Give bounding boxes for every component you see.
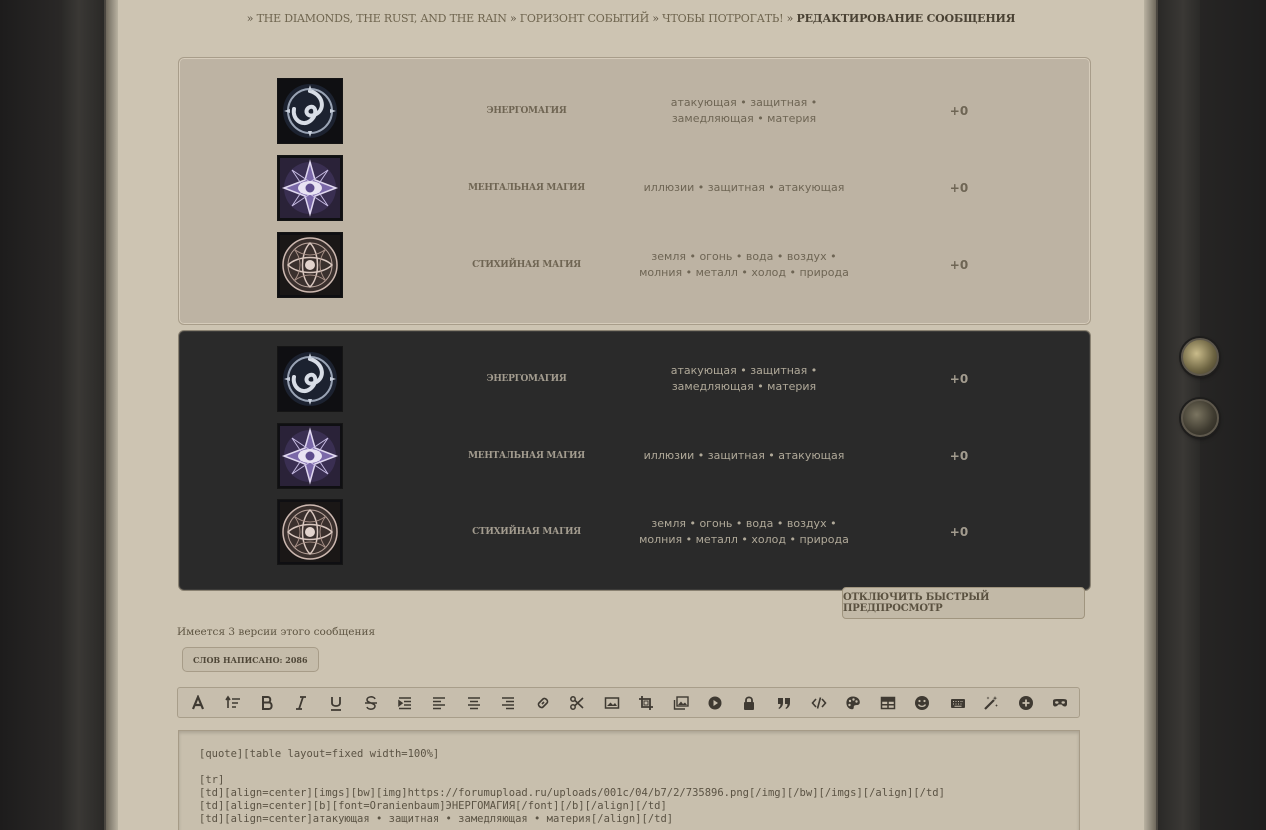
scissors-icon[interactable] (565, 692, 589, 714)
frame-right-inner (1144, 0, 1156, 830)
align-center-icon[interactable] (462, 692, 486, 714)
lock-icon[interactable] (737, 692, 761, 714)
underline-icon[interactable] (324, 692, 348, 714)
smiley-icon[interactable] (910, 692, 934, 714)
font-icon[interactable] (186, 692, 210, 714)
skill-row: ЭНЕРГОМАГИЯ атакующая • защитная • замедл… (179, 346, 1090, 412)
skill-name: МЕНТАЛЬНАЯ МАГИЯ (468, 183, 585, 193)
palette-icon[interactable] (841, 692, 865, 714)
editor-line: [td][align=center]атакующая • защитная •… (199, 813, 674, 825)
skill-bonus: +0 (949, 258, 969, 272)
skill-description-line: иллюзии • защитная • атакующая (643, 449, 845, 462)
content-page: » THE DIAMONDS, THE RUST, AND THE RAIN »… (118, 0, 1144, 830)
video-icon[interactable] (703, 692, 727, 714)
skill-description-line: замедляющая • материя (671, 112, 817, 125)
elemental-magic-icon (277, 232, 343, 298)
table-icon[interactable] (876, 692, 900, 714)
versions-info[interactable]: Имеется 3 версии этого сообщения (177, 626, 375, 638)
skill-name: ЭНЕРГОМАГИЯ (486, 106, 567, 116)
crop-icon[interactable] (634, 692, 658, 714)
image-icon[interactable] (600, 692, 624, 714)
scroll-top-button[interactable] (1181, 338, 1219, 376)
breadcrumb-separator: » (786, 12, 794, 25)
elemental-magic-icon (277, 499, 343, 565)
skill-description: атакующая • защитная • замедляющая • мате… (619, 346, 869, 412)
breadcrumb-link-section[interactable]: ГОРИЗОНТ СОБЫТИЙ (520, 12, 649, 25)
editor-line: [tr] (199, 774, 225, 786)
energy-magic-icon (277, 346, 343, 412)
skill-bonus: +0 (949, 104, 969, 118)
skill-description: земля • огонь • вода • воздух • молния • … (619, 232, 869, 298)
editor-line: [td][align=center][imgs][bw][img]https:/… (199, 787, 945, 799)
skill-description-line: иллюзии • защитная • атакующая (643, 181, 845, 194)
scroll-bottom-button[interactable] (1181, 399, 1219, 437)
font-size-icon[interactable] (221, 692, 245, 714)
background-left (0, 0, 62, 830)
skill-description-line: замедляющая • материя (671, 380, 817, 393)
word-count-badge: СЛОВ НАПИСАНО: 2086 (182, 647, 319, 672)
breadcrumb-link-topic[interactable]: ЧТОБЫ ПОТРОГАТЬ! (662, 12, 783, 25)
message-textarea[interactable]: [quote][table layout=fixed width=100%] ​… (178, 730, 1080, 830)
frame-left-inner (106, 0, 118, 830)
skill-bonus: +0 (949, 525, 969, 539)
skill-description: иллюзии • защитная • атакующая (619, 155, 869, 221)
mental-magic-icon (277, 423, 343, 489)
skill-bonus: +0 (949, 372, 969, 386)
skill-row: СТИХИЙНАЯ МАГИЯ земля • огонь • вода • в… (179, 232, 1090, 298)
skill-name: ЭНЕРГОМАГИЯ (486, 374, 567, 384)
skill-row: СТИХИЙНАЯ МАГИЯ земля • огонь • вода • в… (179, 499, 1090, 565)
magic-wand-icon[interactable] (979, 692, 1003, 714)
skills-table-preview: ЭНЕРГОМАГИЯ атакующая • защитная • замедл… (178, 330, 1091, 591)
indent-icon[interactable] (393, 692, 417, 714)
skill-name: МЕНТАЛЬНАЯ МАГИЯ (468, 451, 585, 461)
italic-icon[interactable] (289, 692, 313, 714)
skill-description-line: молния • металл • холод • природа (639, 266, 849, 279)
disable-quick-preview-button[interactable]: ОТКЛЮЧИТЬ БЫСТРЫЙ ПРЕДПРОСМОТР (842, 587, 1085, 619)
skills-table-light: ЭНЕРГОМАГИЯ атакующая • защитная • замедл… (178, 57, 1091, 325)
skill-row: МЕНТАЛЬНАЯ МАГИЯ иллюзии • защитная • ат… (179, 155, 1090, 221)
frame-left (62, 0, 106, 830)
skill-description-line: земля • огонь • вода • воздух • (651, 517, 837, 530)
skill-description-line: атакующая • защитная • (670, 96, 818, 109)
editor-toolbar (177, 687, 1080, 718)
mask-icon[interactable] (1048, 692, 1072, 714)
gallery-icon[interactable] (669, 692, 693, 714)
skill-bonus: +0 (949, 181, 969, 195)
energy-magic-icon (277, 78, 343, 144)
breadcrumb-current: РЕДАКТИРОВАНИЕ СООБЩЕНИЯ (796, 12, 1016, 25)
breadcrumb-separator: » (509, 12, 517, 25)
breadcrumb-link-forum[interactable]: THE DIAMONDS, THE RUST, AND THE RAIN (257, 12, 507, 25)
code-icon[interactable] (807, 692, 831, 714)
skill-row: ЭНЕРГОМАГИЯ атакующая • защитная • замедл… (179, 78, 1090, 144)
skill-description-line: молния • металл • холод • природа (639, 533, 849, 546)
skill-description: атакующая • защитная • замедляющая • мате… (619, 78, 869, 144)
breadcrumb-separator: » (652, 12, 659, 25)
quote-icon[interactable] (772, 692, 796, 714)
skill-description-line: земля • огонь • вода • воздух • (651, 250, 837, 263)
strikethrough-icon[interactable] (359, 692, 383, 714)
editor-line: ​ (199, 761, 1059, 774)
skill-row: МЕНТАЛЬНАЯ МАГИЯ иллюзии • защитная • ат… (179, 423, 1090, 489)
skill-bonus: +0 (949, 449, 969, 463)
editor-line: [td][align=center][b][font=Oranienbaum]Э… (199, 800, 667, 812)
align-left-icon[interactable] (427, 692, 451, 714)
link-icon[interactable] (531, 692, 555, 714)
skill-name: СТИХИЙНАЯ МАГИЯ (472, 527, 581, 537)
skill-name: СТИХИЙНАЯ МАГИЯ (472, 260, 581, 270)
mental-magic-icon (277, 155, 343, 221)
align-right-icon[interactable] (496, 692, 520, 714)
editor-line: [quote][table layout=fixed width=100%] (199, 748, 440, 760)
bold-icon[interactable] (255, 692, 279, 714)
keyboard-icon[interactable] (946, 692, 970, 714)
skill-description: земля • огонь • вода • воздух • молния • … (619, 499, 869, 565)
skill-description-line: атакующая • защитная • (670, 364, 818, 377)
breadcrumb: » THE DIAMONDS, THE RUST, AND THE RAIN »… (118, 12, 1144, 25)
skill-description: иллюзии • защитная • атакующая (619, 423, 869, 489)
breadcrumb-separator: » (246, 12, 254, 25)
add-icon[interactable] (1014, 692, 1038, 714)
